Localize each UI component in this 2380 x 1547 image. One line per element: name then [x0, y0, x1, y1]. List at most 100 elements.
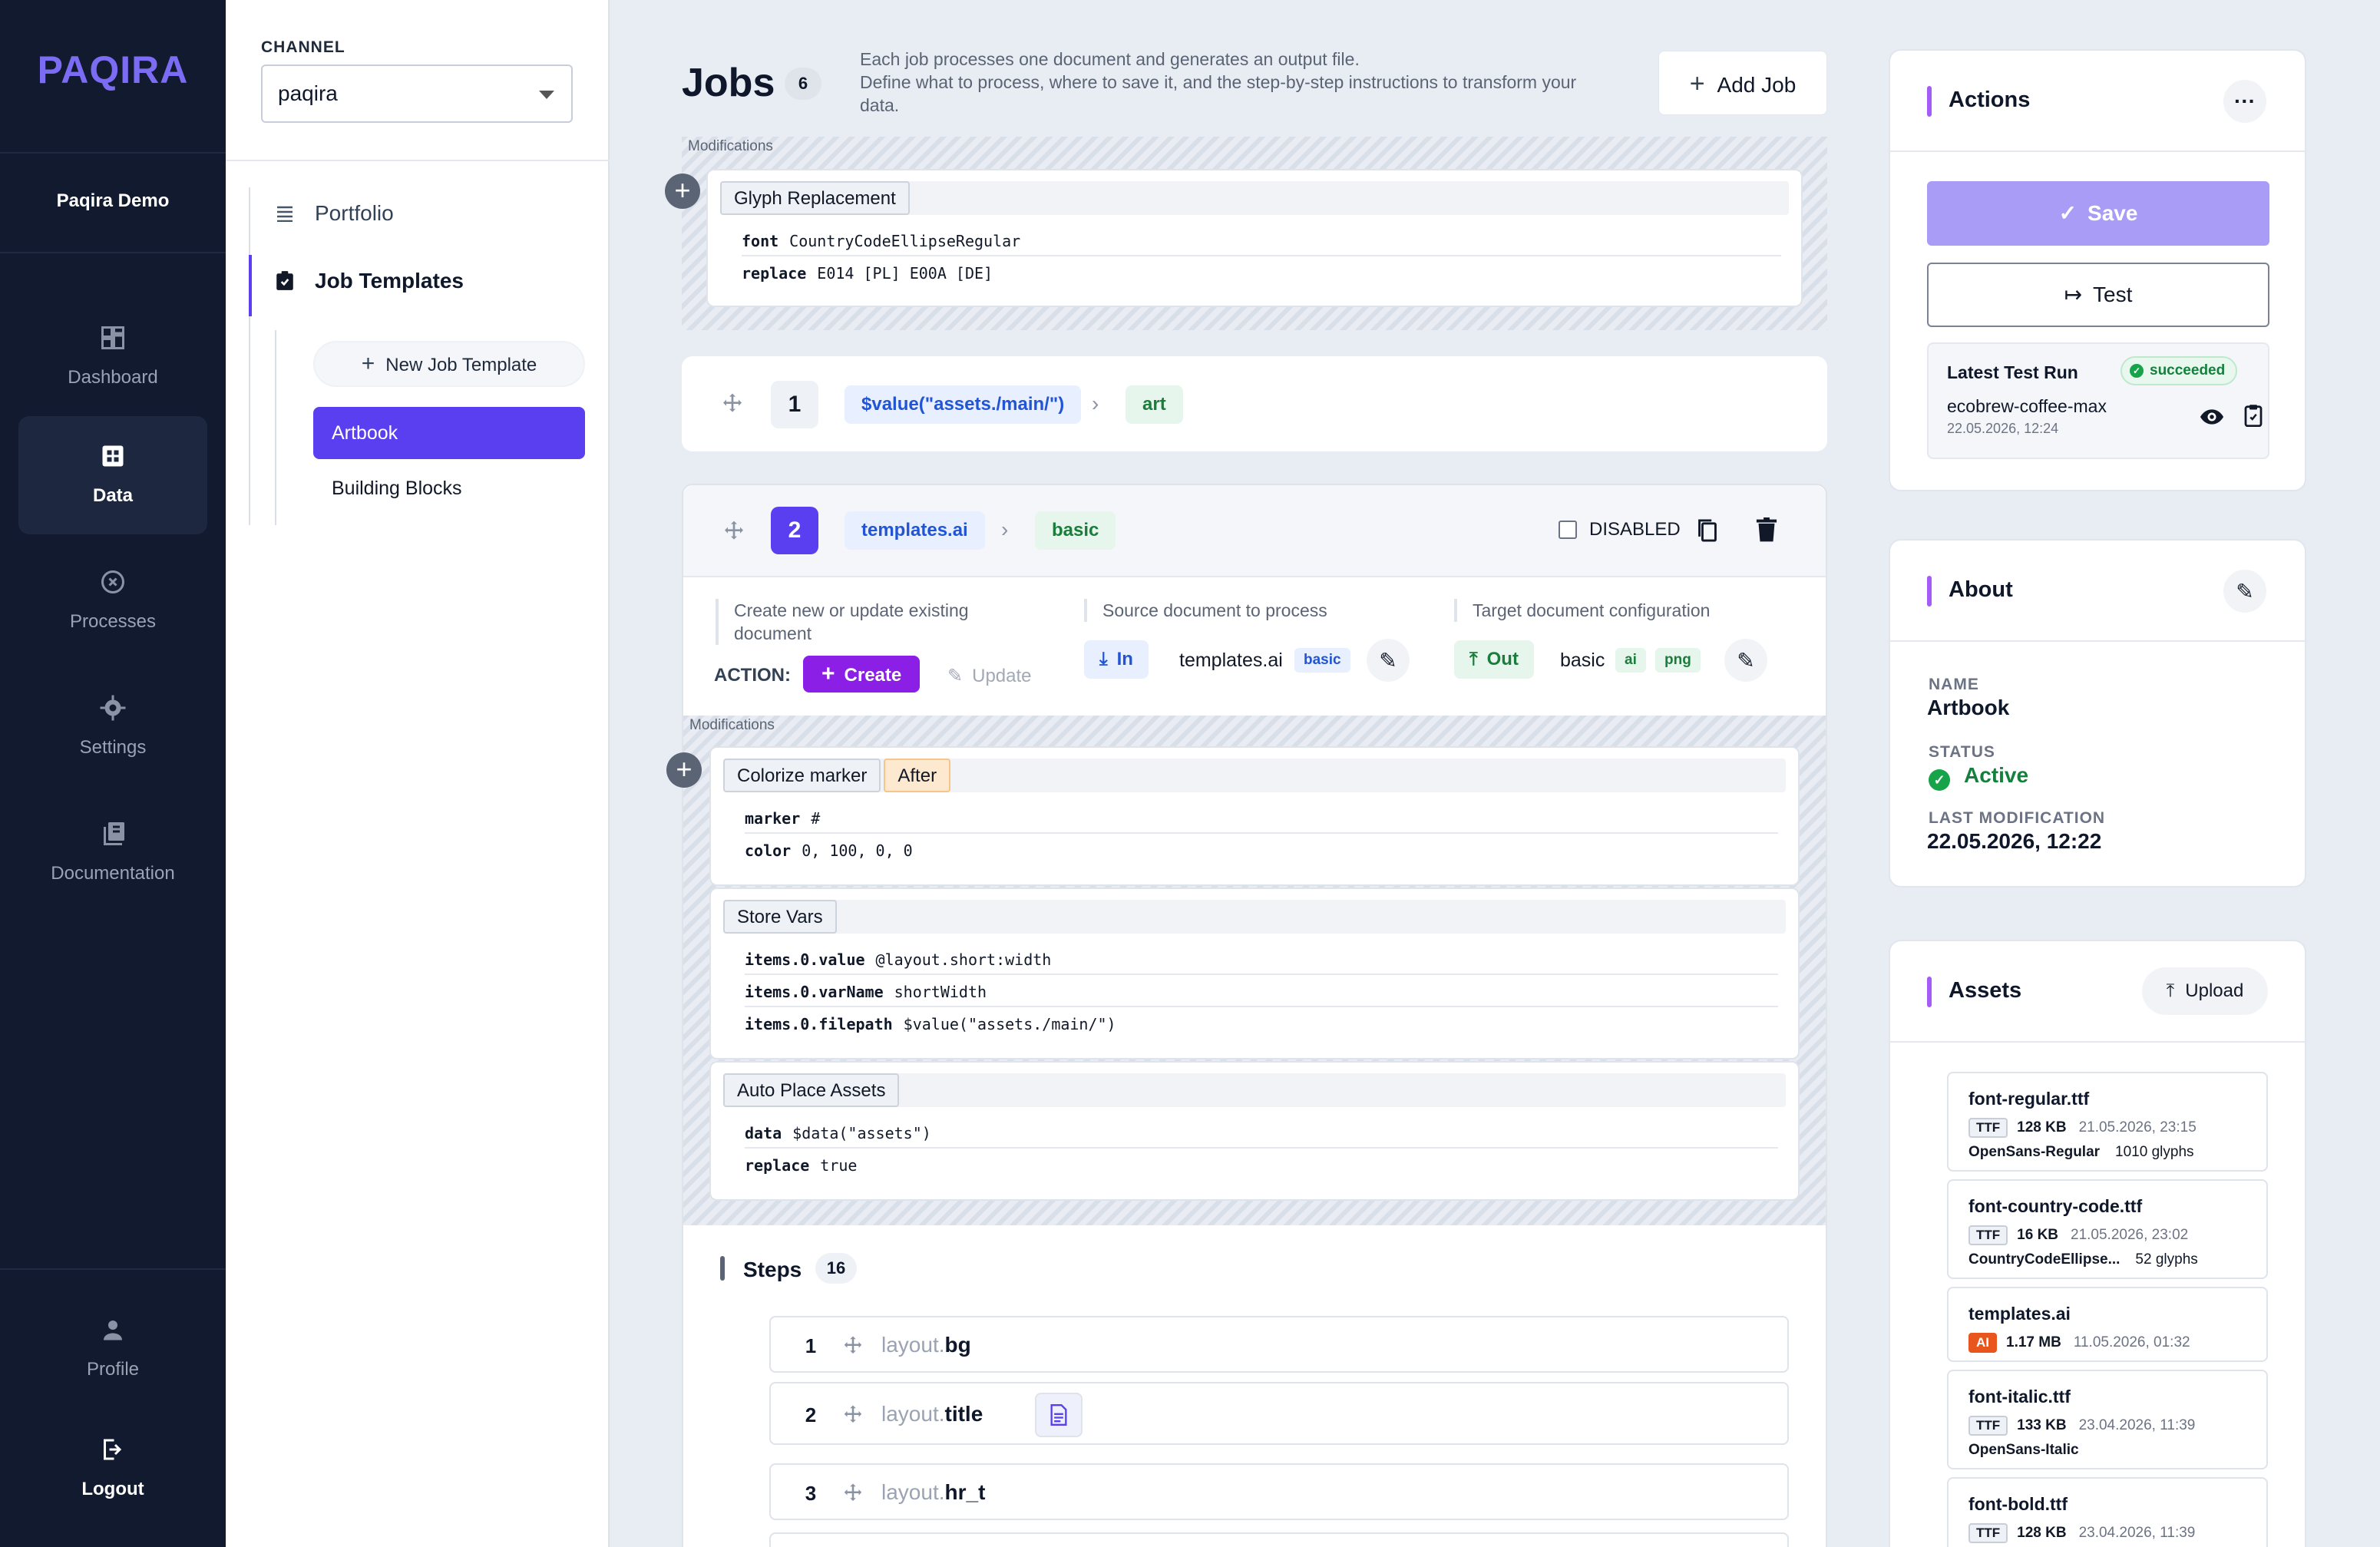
more-options-button[interactable]: ··· [2223, 80, 2266, 123]
drag-handle-icon[interactable] [722, 519, 746, 544]
param-value: $value("assets./main/") [903, 1015, 1116, 1033]
param-key: color [745, 841, 792, 860]
asset-size: 128 KB [2017, 1119, 2067, 1135]
add-job-button[interactable]: + Add Job [1658, 51, 1827, 115]
sidebar-item-job-templates[interactable]: Job Templates [252, 269, 464, 293]
modification-row: items.0.value @layout.short:width [745, 944, 1778, 975]
nav-item-dashboard[interactable]: Dashboard [18, 298, 207, 416]
param-value: 0, 100, 0, 0 [802, 841, 913, 860]
template-item-artbook[interactable]: Artbook [313, 407, 585, 459]
pencil-icon: ✎ [1379, 648, 1397, 673]
nav-item-documentation[interactable]: Documentation [18, 794, 207, 912]
step-path-prefix: layout. [881, 1402, 945, 1426]
status-badge: ✓ succeeded [2121, 356, 2238, 385]
app-logo[interactable]: PAQIRA [0, 48, 226, 92]
steps-title: Steps [743, 1258, 802, 1281]
update-action-button[interactable]: ✎ Update [947, 665, 1032, 687]
add-modification-button[interactable]: + [666, 752, 702, 788]
jobs-count-badge: 6 [785, 68, 821, 100]
data-icon [99, 442, 127, 470]
nav-label: Logout [81, 1479, 144, 1499]
nav-label: Settings [79, 737, 147, 758]
test-label: Test [2093, 283, 2133, 306]
param-value: CountryCodeEllipseRegular [789, 232, 1021, 250]
upload-label: Upload [2185, 980, 2244, 1001]
nav-item-data[interactable]: Data [18, 416, 207, 534]
param-value: $data("assets") [792, 1124, 931, 1142]
panel-title: Assets [1949, 978, 2022, 1003]
status-text: Active [1964, 763, 2029, 787]
drag-handle-icon[interactable] [720, 392, 745, 416]
list-icon [273, 202, 296, 225]
plus-icon: + [821, 661, 835, 686]
test-run-time: 22.05.2026, 12:24 [1947, 421, 2059, 436]
create-action-button[interactable]: + Create [803, 656, 921, 693]
channel-select[interactable]: paqira [261, 64, 573, 123]
in-label: In [1116, 649, 1133, 669]
modification-header: Auto Place Assets [723, 1073, 1786, 1107]
nav-item-settings[interactable]: Settings [18, 668, 207, 786]
drag-handle-icon[interactable] [841, 1482, 864, 1505]
create-label: Create [844, 665, 902, 686]
job-template-icon [273, 269, 296, 293]
asset-card[interactable]: font-regular.ttf TTF 128 KB 21.05.2026, 23… [1947, 1072, 2268, 1172]
modification-card[interactable]: Glyph Replacement font CountryCodeEllipse… [706, 169, 1803, 307]
test-run-name: ecobrew-coffee-max [1947, 396, 2107, 416]
modification-row: marker # [745, 803, 1778, 834]
job-target-pill[interactable]: art [1126, 385, 1183, 424]
new-job-template-button[interactable]: + New Job Template [313, 341, 585, 387]
step-row[interactable]: 2 layout.title [769, 1382, 1789, 1445]
asset-card[interactable]: font-bold.ttf TTF 128 KB 23.04.2026, 11:39 [1947, 1477, 2268, 1547]
page-title: Jobs [682, 61, 775, 105]
edit-target-button[interactable]: ✎ [1724, 639, 1767, 682]
template-item-building-blocks[interactable]: Building Blocks [313, 462, 585, 514]
run-icon: ↦ [2064, 283, 2083, 306]
jobs-description: Each job processes one document and gene… [860, 48, 1612, 117]
step-row[interactable]: 1 layout.bg [769, 1316, 1789, 1373]
job-target-pill[interactable]: basic [1035, 511, 1116, 550]
eye-icon[interactable] [2199, 408, 2225, 425]
panel-accent-bar [1927, 86, 1932, 117]
modification-card[interactable]: Store Vars items.0.value @layout.short:wi… [709, 888, 1800, 1059]
documentation-icon [99, 820, 127, 848]
step-row[interactable]: 3 layout.hr_t [769, 1463, 1789, 1520]
job-source-pill[interactable]: $value("assets./main/") [845, 385, 1082, 424]
copy-icon[interactable] [1695, 517, 1720, 544]
disabled-label: DISABLED [1589, 519, 1681, 540]
param-key: data [745, 1124, 782, 1142]
step-note-button[interactable] [1035, 1393, 1083, 1437]
drag-handle-icon[interactable] [841, 1334, 864, 1357]
upload-button[interactable]: ⤒ Upload [2142, 967, 2268, 1015]
disabled-checkbox[interactable] [1559, 521, 1577, 539]
org-name[interactable]: Paqira Demo [0, 190, 226, 212]
add-modification-button[interactable]: + [665, 174, 700, 209]
drag-handle-icon[interactable] [841, 1403, 864, 1426]
clipboard-icon[interactable] [2243, 404, 2263, 427]
job-source-pill[interactable]: templates.ai [845, 511, 985, 550]
test-button[interactable]: ↦ Test [1927, 263, 2269, 327]
asset-card[interactable]: font-country-code.ttf TTF 16 KB 21.05.2026… [1947, 1179, 2268, 1279]
asset-card[interactable]: font-italic.ttf TTF 133 KB 23.04.2026, 11:… [1947, 1370, 2268, 1469]
modification-card[interactable]: Colorize marker After marker # color 0, 100… [709, 746, 1800, 886]
modification-name-tag: Colorize marker [723, 759, 881, 792]
sidebar-item-portfolio[interactable]: Portfolio [252, 201, 394, 226]
param-value: # [811, 809, 821, 828]
asset-size: 133 KB [2017, 1417, 2067, 1433]
modification-timing-tag: After [884, 759, 951, 792]
output-indicator: ⤒ Out [1454, 640, 1534, 679]
save-button[interactable]: ✓ Save [1927, 181, 2269, 246]
delete-icon[interactable] [1755, 517, 1778, 544]
nav-item-processes[interactable]: Processes [18, 542, 207, 660]
nav-item-profile[interactable]: Profile [18, 1290, 207, 1397]
param-value: shortWidth [894, 983, 987, 1001]
nav-item-logout[interactable]: Logout [18, 1410, 207, 1517]
file-type-badge: AI [1968, 1333, 1997, 1353]
last-modification-label: LAST MODIFICATION [1929, 809, 2106, 827]
template-sidebar: CHANNEL paqira Portfolio Job Templates +… [226, 0, 610, 1547]
edit-about-button[interactable]: ✎ [2223, 570, 2266, 613]
job-card[interactable]: 1 $value("assets./main/") › art [682, 356, 1827, 451]
step-row[interactable] [769, 1532, 1789, 1547]
edit-source-button[interactable]: ✎ [1367, 639, 1410, 682]
modification-card[interactable]: Auto Place Assets data $data("assets") re… [709, 1061, 1800, 1201]
asset-card[interactable]: templates.ai AI 1.17 MB 11.05.2026, 01:32 [1947, 1287, 2268, 1362]
